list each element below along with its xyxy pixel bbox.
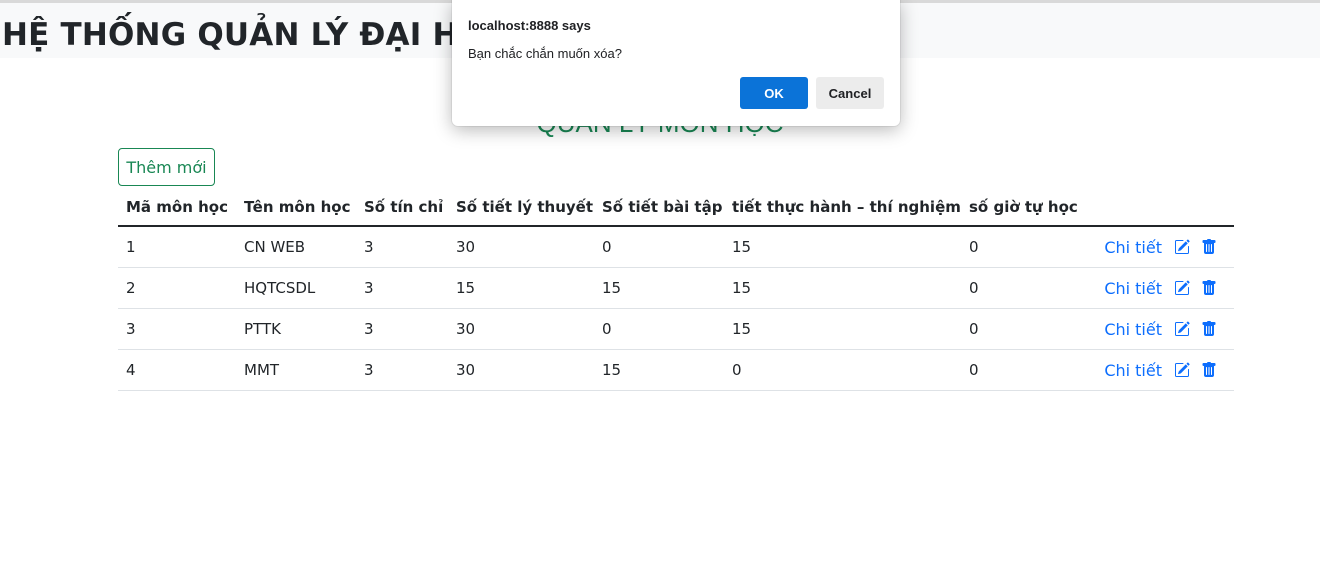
row-actions: Chi tiết bbox=[1104, 227, 1218, 267]
trash-icon[interactable] bbox=[1201, 320, 1218, 338]
column-header: tiết thực hành – thí nghiệm bbox=[732, 197, 961, 216]
table-row: 3 PTTK 3 30 0 15 0 Chi tiết bbox=[118, 309, 1234, 350]
add-new-button[interactable]: Thêm mới bbox=[118, 148, 215, 186]
column-header: số giờ tự học bbox=[969, 197, 1078, 216]
table-cell: 0 bbox=[602, 238, 612, 256]
table-row: 1 CN WEB 3 30 0 15 0 Chi tiết bbox=[118, 227, 1234, 268]
table-cell: MMT bbox=[244, 361, 280, 379]
table-cell: 30 bbox=[456, 361, 476, 379]
table-row: 4 MMT 3 30 15 0 0 Chi tiết bbox=[118, 350, 1234, 391]
table-cell: PTTK bbox=[244, 320, 281, 338]
table-cell: 0 bbox=[969, 238, 979, 256]
table-row: 2 HQTCSDL 3 15 15 15 0 Chi tiết bbox=[118, 268, 1234, 309]
detail-link[interactable]: Chi tiết bbox=[1104, 238, 1162, 257]
table-header: Mã môn học Tên môn học Số tín chỉ Số tiế… bbox=[118, 188, 1234, 227]
trash-icon[interactable] bbox=[1201, 279, 1218, 297]
table-cell: 3 bbox=[364, 279, 374, 297]
dialog-message: Bạn chắc chắn muốn xóa? bbox=[468, 46, 622, 61]
table-cell: 15 bbox=[732, 279, 752, 297]
edit-icon[interactable] bbox=[1174, 361, 1191, 379]
app-title: HỆ THỐNG QUẢN LÝ ĐẠI HỌC bbox=[2, 17, 509, 53]
column-header: Số tín chỉ bbox=[364, 197, 444, 216]
table-cell: 15 bbox=[732, 238, 752, 256]
column-header: Số tiết lý thuyết bbox=[456, 197, 593, 216]
table-cell: 2 bbox=[126, 279, 136, 297]
table-cell: 15 bbox=[456, 279, 476, 297]
row-actions: Chi tiết bbox=[1104, 309, 1218, 349]
table-cell: 3 bbox=[364, 361, 374, 379]
trash-icon[interactable] bbox=[1201, 361, 1218, 379]
row-actions: Chi tiết bbox=[1104, 268, 1218, 308]
table-cell: 15 bbox=[602, 361, 622, 379]
table-cell: 3 bbox=[126, 320, 136, 338]
table-cell: 4 bbox=[126, 361, 136, 379]
table-cell: 0 bbox=[969, 361, 979, 379]
table-cell: 15 bbox=[732, 320, 752, 338]
table-cell: HQTCSDL bbox=[244, 279, 316, 297]
detail-link[interactable]: Chi tiết bbox=[1104, 361, 1162, 380]
table-cell: CN WEB bbox=[244, 238, 306, 256]
ok-button[interactable]: OK bbox=[740, 77, 808, 109]
table-cell: 0 bbox=[732, 361, 742, 379]
dialog-title: localhost:8888 says bbox=[468, 18, 591, 33]
row-actions: Chi tiết bbox=[1104, 350, 1218, 390]
table-cell: 0 bbox=[969, 279, 979, 297]
detail-link[interactable]: Chi tiết bbox=[1104, 320, 1162, 339]
edit-icon[interactable] bbox=[1174, 238, 1191, 256]
table-cell: 3 bbox=[364, 238, 374, 256]
table-cell: 15 bbox=[602, 279, 622, 297]
confirm-dialog: localhost:8888 says Bạn chắc chắn muốn x… bbox=[452, 0, 900, 126]
column-header: Tên môn học bbox=[244, 197, 351, 216]
edit-icon[interactable] bbox=[1174, 320, 1191, 338]
cancel-button[interactable]: Cancel bbox=[816, 77, 884, 109]
trash-icon[interactable] bbox=[1201, 238, 1218, 256]
edit-icon[interactable] bbox=[1174, 279, 1191, 297]
table-cell: 1 bbox=[126, 238, 136, 256]
table-cell: 0 bbox=[969, 320, 979, 338]
table-cell: 30 bbox=[456, 320, 476, 338]
subjects-table: Mã môn học Tên môn học Số tín chỉ Số tiế… bbox=[118, 188, 1234, 391]
column-header: Số tiết bài tập bbox=[602, 197, 723, 216]
table-cell: 0 bbox=[602, 320, 612, 338]
detail-link[interactable]: Chi tiết bbox=[1104, 279, 1162, 298]
table-cell: 3 bbox=[364, 320, 374, 338]
column-header: Mã môn học bbox=[126, 197, 228, 216]
table-cell: 30 bbox=[456, 238, 476, 256]
